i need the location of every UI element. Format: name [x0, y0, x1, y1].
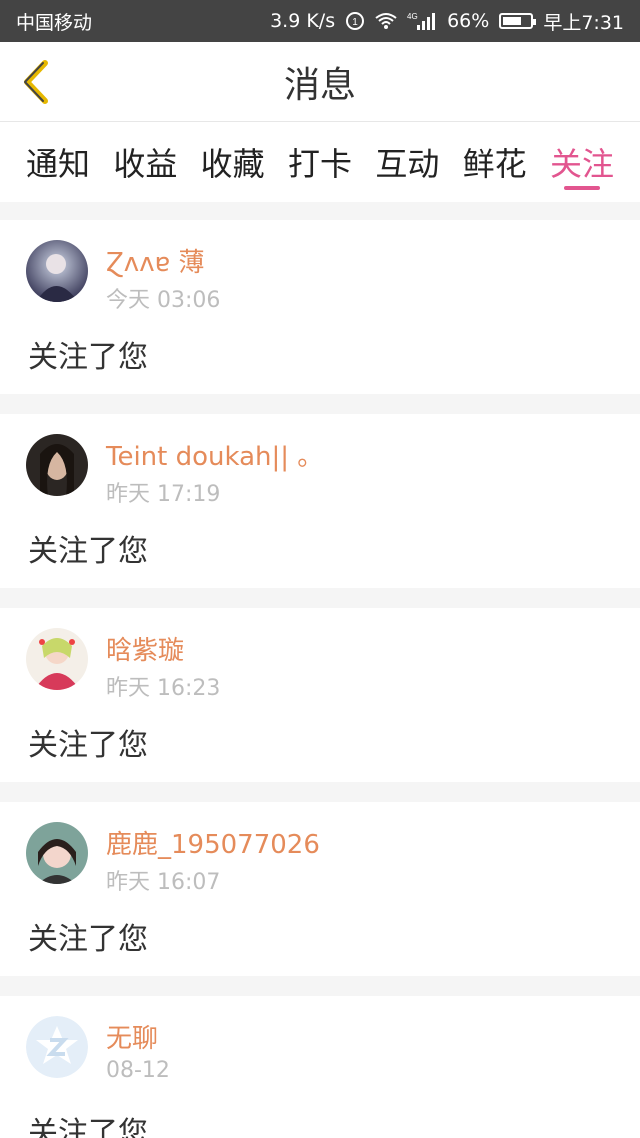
message-list: Ɀʌʌɐ 薄 今天 03:06 关注了您 Teint doukah|| 。 昨天… [0, 202, 640, 1138]
message-text: 关注了您 [28, 1116, 148, 1138]
list-item[interactable]: 晗紫璇 昨天 16:23 关注了您 [0, 608, 640, 782]
message-text: 关注了您 [28, 728, 148, 763]
avatar[interactable] [26, 822, 88, 884]
tab-flowers[interactable]: 鲜花 [463, 122, 527, 202]
tab-notifications[interactable]: 通知 [26, 122, 90, 202]
avatar[interactable] [26, 240, 88, 302]
header-bar: 消息 [0, 42, 640, 122]
timestamp: 今天 03:06 [106, 288, 221, 313]
tab-bar: 通知 收益 收藏 打卡 互动 鲜花 关注 [0, 122, 640, 202]
message-text: 关注了您 [28, 922, 148, 957]
tab-earnings[interactable]: 收益 [113, 122, 177, 202]
message-text: 关注了您 [28, 534, 148, 569]
network-speed: 3.9 K/s [270, 10, 336, 32]
timestamp: 08-12 [106, 1058, 170, 1083]
list-item[interactable]: 无聊 08-12 关注了您 [0, 996, 640, 1138]
status-indicators: 3.9 K/s 1 4G 66% 早上7:31 [270, 8, 624, 35]
cellular-signal-icon: 4G [407, 11, 437, 31]
avatar[interactable] [26, 1016, 88, 1078]
tab-favorites[interactable]: 收藏 [201, 122, 265, 202]
wifi-icon [375, 12, 397, 30]
timestamp: 昨天 17:19 [106, 482, 221, 507]
avatar[interactable] [26, 434, 88, 496]
timestamp: 昨天 16:23 [106, 676, 221, 701]
user-name[interactable]: Ɀʌʌɐ 薄 [106, 242, 204, 279]
user-name[interactable]: 无聊 [106, 1018, 158, 1055]
hd-call-icon: 1 [345, 11, 365, 31]
tab-checkin[interactable]: 打卡 [288, 122, 352, 202]
list-item[interactable]: 鹿鹿_195077026 昨天 16:07 关注了您 [0, 802, 640, 976]
list-item[interactable]: Teint doukah|| 。 昨天 17:19 关注了您 [0, 414, 640, 588]
tab-follow[interactable]: 关注 [550, 122, 614, 202]
network-type: 4G [407, 12, 418, 21]
tab-interaction[interactable]: 互动 [375, 122, 439, 202]
svg-text:1: 1 [352, 17, 358, 28]
avatar[interactable] [26, 628, 88, 690]
page-title: 消息 [283, 64, 356, 106]
message-text: 关注了您 [28, 340, 148, 375]
clock: 早上7:31 [543, 11, 624, 34]
status-bar: 中国移动 3.9 K/s 1 4G 66% 早上7:31 [0, 0, 640, 42]
battery-percent: 66% [447, 10, 490, 32]
user-name[interactable]: 晗紫璇 [106, 630, 184, 667]
battery-icon [499, 13, 537, 29]
list-item[interactable]: Ɀʌʌɐ 薄 今天 03:06 关注了您 [0, 220, 640, 394]
carrier-label: 中国移动 [16, 11, 93, 34]
back-chevron-icon[interactable] [16, 58, 56, 106]
timestamp: 昨天 16:07 [106, 870, 221, 895]
user-name[interactable]: Teint doukah|| 。 [106, 436, 323, 473]
user-name[interactable]: 鹿鹿_195077026 [106, 824, 320, 861]
